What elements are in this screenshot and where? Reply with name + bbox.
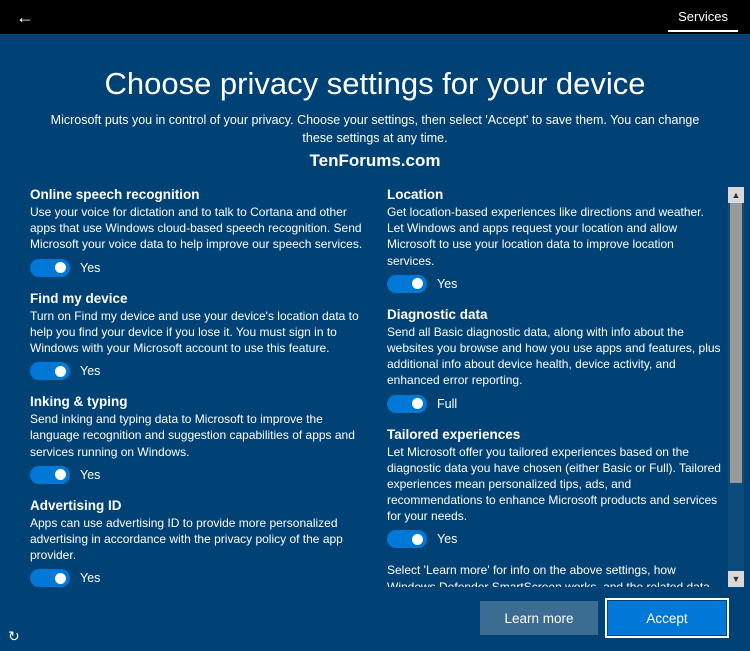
watermark: TenForums.com <box>30 151 720 171</box>
setting-title: Advertising ID <box>30 498 365 513</box>
setting-desc: Apps can use advertising ID to provide m… <box>30 515 365 564</box>
setting-advertising-id: Advertising ID Apps can use advertising … <box>30 498 365 587</box>
setting-find-my-device: Find my device Turn on Find my device an… <box>30 291 365 381</box>
setting-inking-typing: Inking & typing Send inking and typing d… <box>30 394 365 484</box>
setting-desc: Turn on Find my device and use your devi… <box>30 308 365 357</box>
learn-more-footnote: Select 'Learn more' for info on the abov… <box>387 562 722 587</box>
left-column: Online speech recognition Use your voice… <box>30 187 365 587</box>
toggle-label: Full <box>437 397 457 411</box>
setting-title: Diagnostic data <box>387 307 722 322</box>
setting-desc: Let Microsoft offer you tailored experie… <box>387 444 722 525</box>
page-subtitle: Microsoft puts you in control of your pr… <box>35 112 715 147</box>
toggle-online-speech[interactable] <box>30 259 70 277</box>
privacy-settings-panel: Choose privacy settings for your device … <box>0 34 750 651</box>
setting-desc: Send inking and typing data to Microsoft… <box>30 411 365 460</box>
toggle-find-my-device[interactable] <box>30 362 70 380</box>
toggle-inking-typing[interactable] <box>30 466 70 484</box>
accept-button[interactable]: Accept <box>608 601 726 635</box>
setting-desc: Send all Basic diagnostic data, along wi… <box>387 324 722 389</box>
toggle-location[interactable] <box>387 275 427 293</box>
scroll-thumb[interactable] <box>730 203 742 483</box>
toggle-advertising-id[interactable] <box>30 569 70 587</box>
toggle-label: Yes <box>80 364 100 378</box>
toggle-label: Yes <box>437 277 457 291</box>
setting-diagnostic-data: Diagnostic data Send all Basic diagnosti… <box>387 307 722 413</box>
page-title: Choose privacy settings for your device <box>30 66 720 102</box>
setting-title: Tailored experiences <box>387 427 722 442</box>
header: Choose privacy settings for your device … <box>0 34 750 179</box>
setting-desc: Get location-based experiences like dire… <box>387 204 722 269</box>
setting-title: Inking & typing <box>30 394 365 409</box>
toggle-tailored-experiences[interactable] <box>387 530 427 548</box>
setting-online-speech: Online speech recognition Use your voice… <box>30 187 365 277</box>
toggle-label: Yes <box>80 468 100 482</box>
setting-title: Online speech recognition <box>30 187 365 202</box>
right-column: Location Get location-based experiences … <box>387 187 722 587</box>
back-arrow-icon[interactable]: ← <box>12 3 38 32</box>
setting-title: Location <box>387 187 722 202</box>
scroll-down-icon[interactable]: ▼ <box>728 571 744 587</box>
toggle-label: Yes <box>80 261 100 275</box>
scroll-up-icon[interactable]: ▲ <box>728 187 744 203</box>
toggle-label: Yes <box>80 571 100 585</box>
footer: Learn more Accept <box>0 587 750 651</box>
setting-tailored-experiences: Tailored experiences Let Microsoft offer… <box>387 427 722 549</box>
services-tab[interactable]: Services <box>668 3 738 32</box>
setting-location: Location Get location-based experiences … <box>387 187 722 293</box>
toggle-diagnostic-data[interactable] <box>387 395 427 413</box>
setting-desc: Use your voice for dictation and to talk… <box>30 204 365 253</box>
scrollbar[interactable]: ▲ ▼ <box>728 187 744 587</box>
setting-title: Find my device <box>30 291 365 306</box>
accessibility-icon[interactable]: ↻ <box>8 628 20 645</box>
title-bar: ← Services <box>0 0 750 34</box>
learn-more-button[interactable]: Learn more <box>480 601 598 635</box>
toggle-label: Yes <box>437 532 457 546</box>
